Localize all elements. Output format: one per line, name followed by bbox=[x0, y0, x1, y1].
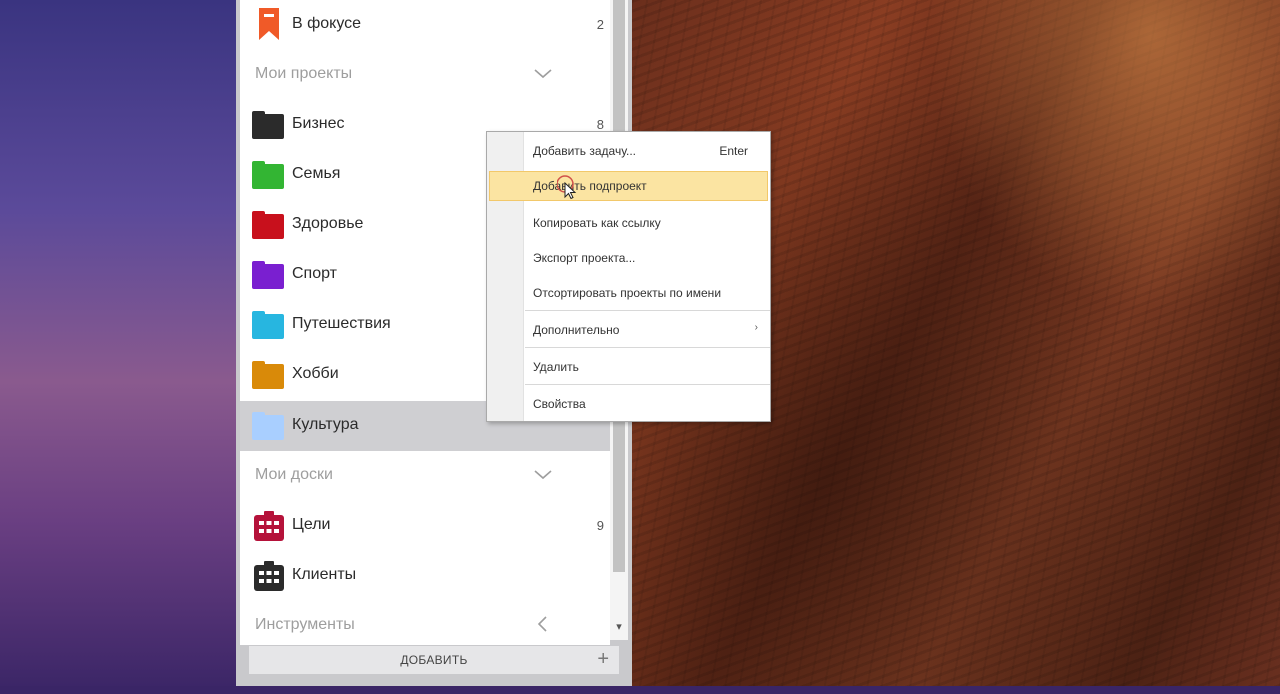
menu-item-delete[interactable]: Удалить bbox=[489, 352, 768, 382]
section-title: Мои доски bbox=[255, 466, 333, 483]
bookmark-icon bbox=[259, 8, 279, 40]
menu-separator bbox=[525, 310, 770, 311]
item-count: 9 bbox=[596, 518, 604, 533]
section-title: Мои проекты bbox=[255, 65, 353, 82]
menu-item-copy-link[interactable]: Копировать как ссылку bbox=[489, 208, 768, 238]
sidebar-item-label: Семья bbox=[292, 165, 341, 182]
menu-separator bbox=[525, 347, 770, 348]
sidebar-item-label: Путешествия bbox=[292, 315, 391, 332]
chevron-down-icon[interactable] bbox=[532, 62, 554, 84]
scroll-down-arrow-icon[interactable]: ▾ bbox=[610, 618, 628, 636]
chevron-left-icon[interactable] bbox=[532, 613, 554, 635]
sidebar-item-label: Здоровье bbox=[292, 215, 364, 232]
submenu-arrow-icon: › bbox=[754, 322, 758, 333]
item-count: 2 bbox=[596, 17, 604, 32]
sidebar-item-label: Цели bbox=[292, 516, 331, 533]
folder-icon bbox=[252, 361, 284, 389]
menu-item-label: Дополнительно bbox=[533, 323, 620, 337]
board-icon bbox=[254, 511, 284, 541]
board-icon bbox=[254, 561, 284, 591]
tools-section-header[interactable]: Инструменты bbox=[240, 601, 610, 641]
menu-item-label: Копировать как ссылку bbox=[533, 216, 661, 230]
sidebar-item-label: Спорт bbox=[292, 265, 337, 282]
context-menu: Добавить задачу... Enter Добавить подпро… bbox=[486, 131, 771, 422]
mouse-cursor-icon bbox=[557, 175, 577, 199]
folder-icon bbox=[252, 261, 284, 289]
menu-item-label: Добавить задачу... bbox=[533, 144, 637, 158]
item-count: 8 bbox=[596, 117, 604, 132]
folder-icon bbox=[252, 412, 284, 440]
folder-icon bbox=[252, 211, 284, 239]
sidebar-item-label: В фокусе bbox=[292, 15, 362, 32]
menu-item-export-project[interactable]: Экспорт проекта... bbox=[489, 243, 768, 273]
projects-section-header[interactable]: Мои проекты bbox=[240, 50, 610, 100]
menu-item-add-task[interactable]: Добавить задачу... Enter bbox=[489, 136, 768, 166]
sidebar-item-label: Клиенты bbox=[292, 566, 357, 583]
sidebar-item-board[interactable]: Цели 9 bbox=[240, 501, 610, 551]
menu-separator bbox=[525, 384, 770, 385]
add-button[interactable]: ДОБАВИТЬ + bbox=[249, 646, 619, 674]
sidebar-item-label: Бизнес bbox=[292, 115, 345, 132]
folder-icon bbox=[252, 111, 284, 139]
menu-item-label: Экспорт проекта... bbox=[533, 251, 636, 265]
menu-item-more[interactable]: Дополнительно › bbox=[489, 315, 768, 345]
plus-icon: + bbox=[597, 648, 609, 670]
menu-item-label: Отсортировать проекты по имени bbox=[533, 286, 722, 300]
sidebar-item-label: Культура bbox=[292, 416, 359, 433]
menu-item-sort-projects[interactable]: Отсортировать проекты по имени bbox=[489, 278, 768, 308]
section-title: Инструменты bbox=[255, 616, 355, 633]
folder-icon bbox=[252, 161, 284, 189]
folder-icon bbox=[252, 311, 284, 339]
add-button-label: ДОБАВИТЬ bbox=[400, 653, 468, 667]
menu-item-add-subproject[interactable]: Добавить подпроект bbox=[489, 171, 768, 201]
sidebar-item-label: Хобби bbox=[292, 365, 339, 382]
chevron-down-icon[interactable] bbox=[532, 463, 554, 485]
menu-item-label: Добавить подпроект bbox=[533, 179, 647, 193]
menu-item-label: Удалить bbox=[533, 360, 579, 374]
sidebar-item-board[interactable]: Клиенты bbox=[240, 551, 610, 601]
boards-section-header[interactable]: Мои доски bbox=[240, 451, 610, 501]
menu-item-label: Свойства bbox=[533, 397, 586, 411]
menu-item-shortcut: Enter bbox=[719, 144, 748, 158]
menu-item-properties[interactable]: Свойства bbox=[489, 389, 768, 419]
taskbar-strip bbox=[0, 686, 1280, 694]
sidebar-item-focus[interactable]: В фокусе 2 bbox=[240, 0, 610, 50]
